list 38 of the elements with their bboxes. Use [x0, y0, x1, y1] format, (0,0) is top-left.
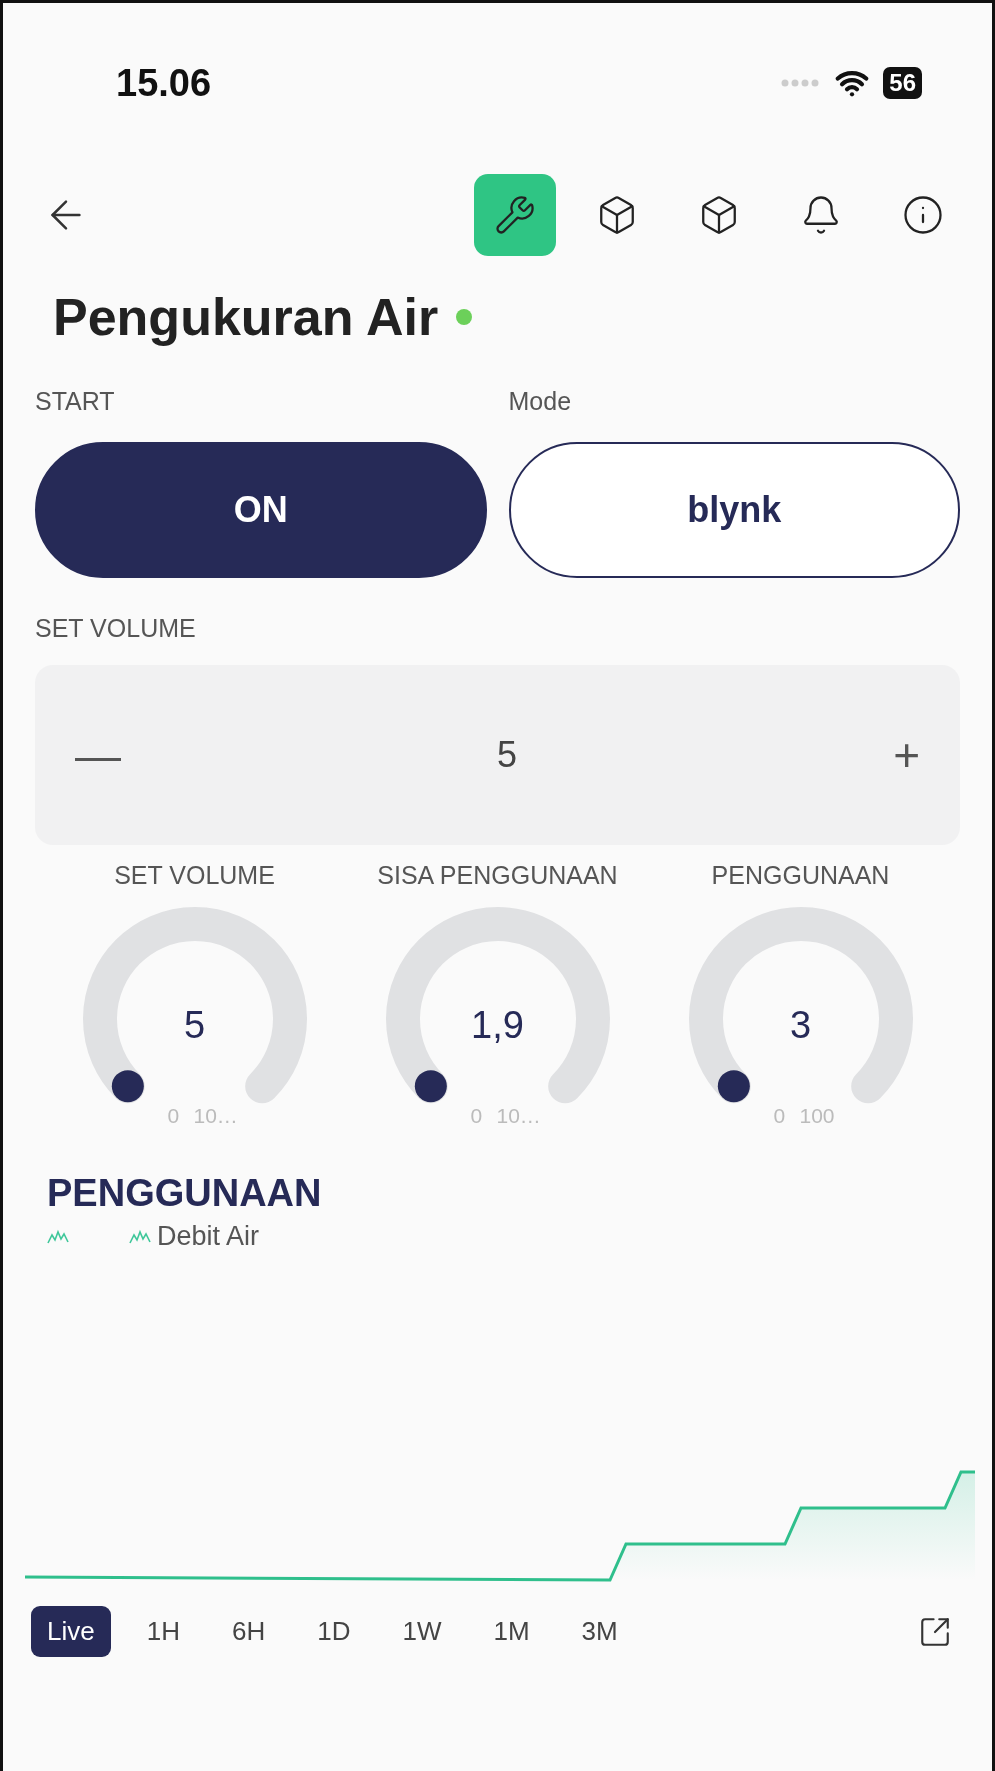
gauge-min: 0 [470, 1104, 483, 1128]
gauge-knob[interactable] [717, 1070, 750, 1103]
chart-title: PENGGUNAAN [47, 1172, 323, 1215]
gauge-knob[interactable] [414, 1070, 447, 1103]
control-label: START [35, 387, 116, 416]
gauge-label: PENGGUNAAN [711, 861, 890, 890]
device-title: Pengukuran Air [53, 287, 439, 347]
stepper-label: SET VOLUME [35, 614, 197, 643]
toggle-button[interactable]: ON [35, 442, 487, 578]
time-range-tab[interactable]: 6H [215, 1606, 282, 1657]
time-range-tab[interactable]: 3M [565, 1606, 634, 1657]
time-range-tab[interactable]: 1H [130, 1606, 196, 1657]
minus-button[interactable]: — [65, 728, 131, 782]
line-chart-icon [129, 1228, 151, 1245]
gauge-min: 0 [773, 1104, 786, 1128]
plus-button[interactable]: + [883, 728, 930, 782]
status-time: 15.06 [116, 61, 212, 105]
gauge-min: 0 [167, 1104, 180, 1128]
time-range-tab[interactable]: Live [31, 1606, 111, 1657]
wrench-icon[interactable] [474, 174, 556, 256]
line-chart-icon [47, 1228, 69, 1245]
gauge-value: 5 [182, 1004, 207, 1047]
control-label: Mode [508, 387, 573, 416]
gauge-max: 10… [496, 1104, 541, 1128]
legend-label: Debit Air [157, 1221, 260, 1252]
gauge-value: 1,9 [470, 1004, 525, 1047]
toggle-button[interactable]: blynk [508, 442, 960, 578]
gauge-max: 100 [799, 1104, 835, 1128]
stepper-value: 5 [497, 734, 518, 776]
time-range-tab[interactable]: 1D [301, 1606, 367, 1657]
gauge-value: 3 [788, 1004, 813, 1047]
time-range-tab[interactable]: 1M [477, 1606, 546, 1657]
time-range-tab[interactable]: 1W [386, 1606, 458, 1657]
gauge-max: 10… [193, 1104, 238, 1128]
gauge-label: SISA PENGGUNAAN [377, 861, 618, 890]
gauge-label: SET VOLUME [114, 861, 275, 890]
gauge-knob[interactable] [111, 1070, 144, 1103]
battery-level: 56 [883, 67, 922, 99]
